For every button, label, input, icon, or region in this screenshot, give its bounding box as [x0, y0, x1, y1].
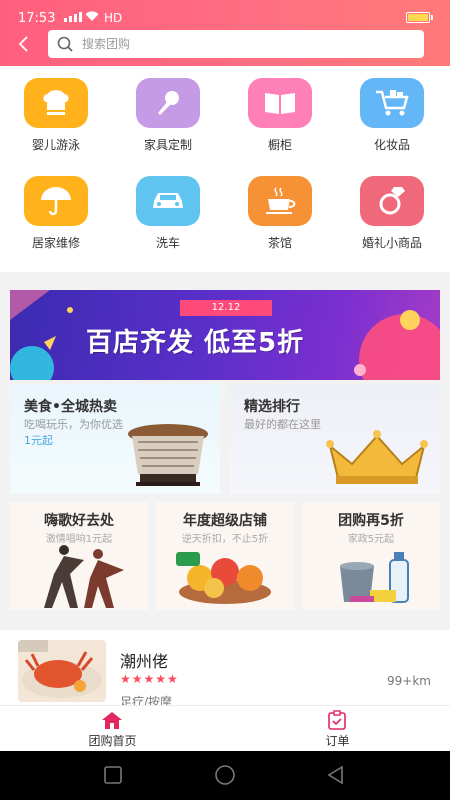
diamond-ring-icon — [360, 176, 424, 226]
promo-subtitle: 逆天折扣，不止5折 — [181, 534, 269, 545]
promo-title: 嗨歌好去处 — [44, 513, 114, 529]
tab-label: 订单 — [325, 734, 350, 748]
signal-icon — [64, 12, 82, 22]
category-grid: 婴儿游泳 家具定制 橱柜 化妆品 居家维修 洗车 茶馆 婚礼小商品 — [0, 66, 450, 272]
shop-category: 足疗/按摩 — [120, 695, 173, 705]
promo-food-card[interactable]: 美食•全城热卖 吃喝玩乐，为你优选 1元起 — [10, 384, 220, 494]
category-label: 婚礼小商品 — [361, 236, 422, 250]
cleaning-supplies-image — [340, 552, 409, 603]
back-nav-button[interactable] — [326, 765, 346, 785]
category-item[interactable]: 居家维修 — [0, 164, 112, 254]
search-icon — [57, 36, 73, 52]
network-type: HD — [104, 11, 123, 25]
chevron-left-icon — [18, 36, 28, 52]
promo-ranking-card[interactable]: 精选排行 最好的都在这里 — [230, 384, 440, 494]
category-item[interactable]: 婚礼小商品 — [336, 164, 448, 254]
category-label: 居家维修 — [31, 236, 80, 250]
category-label: 化妆品 — [373, 138, 410, 152]
tab-label: 团购首页 — [88, 734, 137, 748]
shop-list-item[interactable]: 潮州佬 ★★★★★ 99+km 足疗/按摩 — [0, 630, 450, 705]
banner-tag: 12.12 — [180, 300, 272, 316]
category-item[interactable]: 婴儿游泳 — [0, 66, 112, 156]
book-icon — [248, 78, 312, 128]
promo-price: 1元起 — [24, 434, 53, 447]
category-item[interactable]: 家具定制 — [112, 66, 224, 156]
star-rating: ★★★★★ — [120, 672, 179, 686]
promo-subtitle: 家政5元起 — [347, 534, 395, 545]
promo-title: 精选排行 — [244, 399, 300, 415]
back-button[interactable] — [14, 34, 34, 54]
crown-image — [326, 430, 428, 484]
shop-name: 潮州佬 — [120, 652, 169, 671]
recent-apps-button[interactable] — [103, 765, 123, 785]
promo-subtitle: 吃喝玩乐，为你优选 — [24, 418, 123, 431]
category-label: 家具定制 — [143, 138, 192, 152]
bottom-tab-bar: 团购首页 订单 — [0, 705, 450, 751]
grill-image — [128, 424, 208, 486]
shopping-cart-icon — [360, 78, 424, 128]
category-label: 橱柜 — [267, 138, 292, 152]
promo-title: 团购再5折 — [338, 513, 404, 529]
status-time: 17:53 — [18, 11, 56, 26]
promo-title: 年度超级店铺 — [183, 513, 267, 529]
category-item[interactable]: 茶馆 — [224, 164, 336, 254]
banner-headline: 百店齐发 低至5折 — [86, 328, 305, 358]
category-item[interactable]: 橱柜 — [224, 66, 336, 156]
promo-title: 美食•全城热卖 — [24, 399, 117, 415]
promo-banner[interactable]: 12.12 百店齐发 低至5折 — [10, 290, 440, 380]
shop-thumbnail — [18, 640, 106, 702]
promo-karaoke-card[interactable]: 嗨歌好去处 激情唱响1元起 — [10, 502, 148, 610]
search-input[interactable] — [82, 33, 402, 55]
tab-orders[interactable]: 订单 — [225, 706, 450, 752]
coffee-cup-icon — [248, 176, 312, 226]
category-item[interactable]: 化妆品 — [336, 66, 448, 156]
battery-icon — [406, 12, 433, 23]
umbrella-icon — [24, 176, 88, 226]
promo-housekeeping-card[interactable]: 团购再5折 家政5元起 — [302, 502, 440, 610]
category-label: 洗车 — [155, 236, 180, 250]
category-item[interactable]: 洗车 — [112, 164, 224, 254]
tab-home[interactable]: 团购首页 — [0, 706, 225, 752]
home-button[interactable] — [214, 765, 236, 787]
chef-hat-icon — [24, 78, 88, 128]
system-navigation-bar — [0, 751, 450, 800]
promo-subtitle: 最好的都在这里 — [244, 418, 321, 431]
search-bar[interactable] — [48, 30, 424, 58]
promo-store-card[interactable]: 年度超级店铺 逆天折扣，不止5折 — [156, 502, 294, 610]
shop-distance: 99+km — [387, 674, 431, 688]
microphone-icon — [136, 78, 200, 128]
category-label: 婴儿游泳 — [31, 138, 80, 152]
category-label: 茶馆 — [267, 236, 292, 250]
car-icon — [136, 176, 200, 226]
promo-subtitle: 激情唱响1元起 — [45, 534, 113, 545]
app-header: 17:53 HD — [0, 0, 450, 66]
order-clipboard-icon — [328, 710, 346, 730]
home-icon — [102, 712, 122, 729]
dancers-image — [44, 545, 124, 608]
status-bar: 17:53 HD — [0, 0, 450, 32]
fruit-image — [176, 552, 271, 604]
wifi-icon — [84, 10, 100, 26]
